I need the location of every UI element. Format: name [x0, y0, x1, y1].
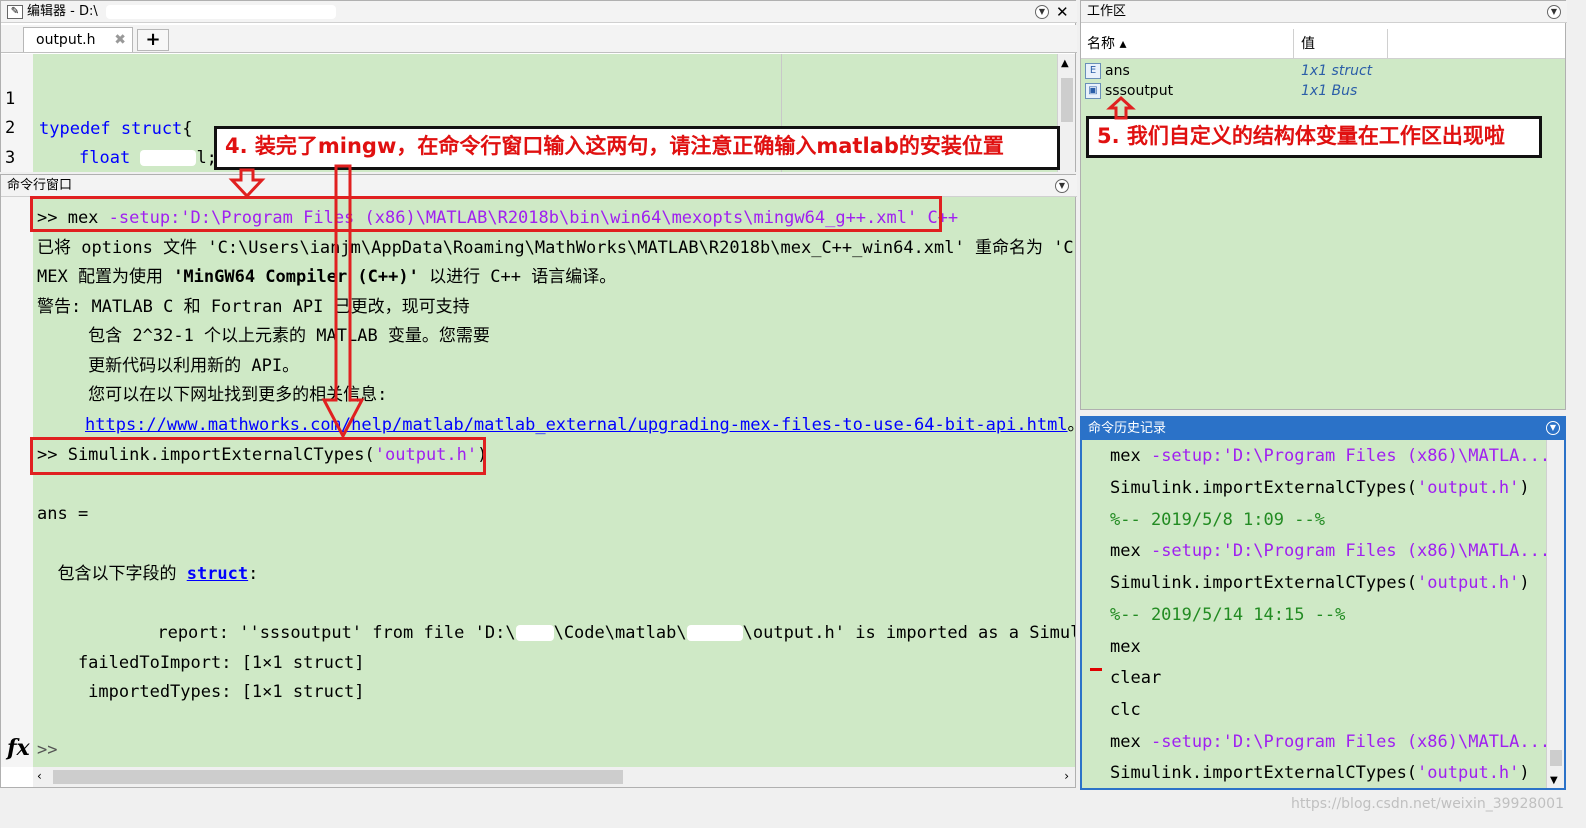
history-item[interactable]: mex -setup:'D:\Program Files (x86)\MATLA…: [1110, 730, 1546, 754]
history-session-separator: %-- 2019/5/8 1:09 --%: [1110, 510, 1325, 530]
code-line: 3 float l;: [1, 113, 62, 168]
watermark: https://blog.csdn.net/weixin_39928001: [1290, 796, 1564, 812]
command-history-panel: 命令历史记录 ▼ mex -setup:'D:\Program Files (x…: [1080, 416, 1566, 790]
add-tab-button[interactable]: +: [137, 29, 169, 51]
history-item[interactable]: clc: [1110, 698, 1141, 722]
command-window: 命令行窗口 ▼ >> mex -setup:'D:\Program Files …: [0, 174, 1077, 788]
history-item[interactable]: Simulink.importExternalCTypes('output.h'…: [1110, 476, 1530, 500]
command-hscrollbar[interactable]: ‹ ›: [33, 767, 1075, 787]
scroll-right-icon[interactable]: ›: [1064, 769, 1069, 783]
history-menu-chevron-icon[interactable]: ▼: [1546, 421, 1560, 435]
editor-menu-chevron-icon[interactable]: ▼: [1035, 5, 1049, 19]
tab-label: output.h: [36, 32, 96, 48]
scroll-down-icon[interactable]: ▼: [1550, 775, 1558, 786]
command-history-list: mex -setup:'D:\Program Files (x86)\MATLA…: [1082, 440, 1546, 788]
output-text: \Code\matlab\: [553, 623, 687, 643]
command-window-menu-chevron-icon[interactable]: ▼: [1055, 179, 1069, 193]
editor-title-bar: ✎ 编辑器 - D:\: [1, 1, 1077, 23]
scroll-left-icon[interactable]: ‹: [37, 769, 42, 783]
history-item[interactable]: Simulink.importExternalCTypes('output.h'…: [1110, 571, 1530, 595]
output-line: MEX 配置为使用 'MinGW64 Compiler (C++)' 以进行 C…: [37, 266, 616, 288]
history-session-separator: %-- 2019/5/14 14:15 --%: [1110, 605, 1346, 625]
workspace-table-header: 名称 ▴ 值: [1081, 29, 1565, 59]
code-text: {: [182, 119, 193, 139]
code-keyword: float: [79, 148, 131, 168]
warning-line: 警告: MATLAB C 和 Fortran API 已更改，现可支持: [37, 297, 470, 317]
redacted-field: [140, 150, 197, 166]
output-text: \output.h' is imported as a Simulink: [742, 623, 1075, 643]
redacted-path: [515, 625, 554, 641]
output-text: :: [248, 564, 259, 584]
workspace-row-ans[interactable]: E ans 1x1 struct: [1081, 61, 1565, 81]
history-scrollbar[interactable]: ▼: [1546, 440, 1564, 788]
variable-name: ans: [1105, 63, 1130, 79]
history-item[interactable]: mex: [1110, 635, 1141, 659]
scroll-up-icon[interactable]: ▲: [1061, 58, 1069, 69]
variable-value: 1x1 struct: [1301, 63, 1373, 79]
workspace-title: 工作区: [1081, 1, 1567, 23]
struct-variable-icon: E: [1085, 63, 1101, 79]
workspace-panel: 工作区 ▼ 名称 ▴ 值 E ans 1x1 struct ▣ sssoutpu…: [1080, 0, 1567, 410]
output-text: 以进行 C++ 语言编译。: [418, 267, 617, 287]
code-line: 2 float l;: [1, 83, 217, 168]
output-line: 已将 options 文件 'C:\Users\ianjm\AppData\Ro…: [37, 238, 1075, 258]
history-error-marker: [1090, 668, 1102, 671]
column-header-name[interactable]: 名称 ▴: [1087, 29, 1126, 59]
variable-name: sssoutput: [1105, 83, 1174, 99]
struct-link[interactable]: struct: [187, 564, 248, 584]
function-browser-icon[interactable]: fx: [7, 735, 30, 761]
help-link[interactable]: https://www.mathworks.com/help/matlab/ma…: [85, 415, 1068, 435]
code-line: 4 float e;: [1, 142, 62, 172]
output-text: report: ''sssoutput' from file 'D:\: [55, 623, 516, 643]
editor-icon: ✎: [7, 4, 23, 19]
column-divider[interactable]: [1387, 29, 1388, 59]
history-scroll-thumb[interactable]: [1550, 750, 1562, 766]
annotation-step-5: 5. 我们自定义的结构体变量在工作区出现啦: [1086, 116, 1542, 158]
compiler-name: 'MinGW64 Compiler (C++)': [173, 267, 419, 287]
code-line: 1 typedef struct{: [1, 54, 193, 139]
warning-line: 包含 2^32-1 个以上元素的 MATLAB 变量。您需要: [37, 326, 490, 346]
command-history-title: 命令历史记录: [1082, 418, 1564, 440]
help-link-line: https://www.mathworks.com/help/matlab/ma…: [85, 414, 1075, 436]
history-item[interactable]: Simulink.importExternalCTypes('output.h'…: [1110, 761, 1530, 785]
output-text: MEX 配置为使用: [37, 267, 174, 287]
highlight-import-command: [30, 437, 486, 475]
redacted-path: [105, 4, 336, 19]
workspace-variables: E ans 1x1 struct ▣ sssoutput 1x1 Bus: [1081, 59, 1565, 409]
tab-output-h[interactable]: output.h ✖: [23, 27, 133, 52]
editor-scroll-thumb[interactable]: [1061, 78, 1073, 122]
command-prompt[interactable]: >>: [37, 739, 57, 761]
command-window-title: 命令行窗口: [1, 175, 1077, 197]
history-item[interactable]: mex -setup:'D:\Program Files (x86)\MATLA…: [1110, 444, 1546, 468]
workspace-menu-chevron-icon[interactable]: ▼: [1547, 5, 1561, 19]
output-line: failedToImport: [1×1 struct]: [37, 653, 365, 673]
editor-close-icon[interactable]: ✕: [1056, 3, 1069, 21]
command-gutter: [1, 197, 33, 767]
tab-close-icon[interactable]: ✖: [114, 28, 126, 52]
history-item[interactable]: clear: [1110, 666, 1161, 690]
bus-variable-icon: ▣: [1085, 83, 1101, 99]
column-header-value[interactable]: 值: [1301, 29, 1315, 59]
warning-line: 更新代码以利用新的 API。: [37, 356, 300, 376]
output-line: report: ''sssoutput' from file 'D:\ \Code…: [55, 622, 1075, 644]
editor-title: 编辑器 - D:\: [27, 4, 98, 19]
output-text: 包含以下字段的: [37, 564, 187, 584]
variable-value: 1x1 Bus: [1301, 83, 1358, 99]
highlight-mex-command: [30, 196, 942, 232]
warning-line: 您可以在以下网址找到更多的相关信息:: [37, 385, 388, 405]
column-divider[interactable]: [1293, 29, 1294, 59]
redacted-path: [686, 625, 743, 641]
editor-tab-bar: output.h ✖ +: [1, 25, 1077, 53]
history-item[interactable]: mex -setup:'D:\Program Files (x86)\MATLA…: [1110, 539, 1546, 563]
command-hscroll-thumb[interactable]: [53, 770, 623, 784]
output-line: ans =: [37, 504, 89, 524]
annotation-step-4: 4. 装完了mingw，在命令行窗口输入这两句，请注意正确输入matlab的安装…: [214, 126, 1060, 170]
workspace-row-sssoutput[interactable]: ▣ sssoutput 1x1 Bus: [1081, 81, 1565, 101]
output-line: 包含以下字段的 struct:: [37, 563, 258, 585]
command-output[interactable]: >> mex -setup:'D:\Program Files (x86)\MA…: [1, 197, 1075, 767]
output-line: importedTypes: [1×1 struct]: [37, 682, 365, 702]
output-text: 。: [1068, 415, 1075, 435]
